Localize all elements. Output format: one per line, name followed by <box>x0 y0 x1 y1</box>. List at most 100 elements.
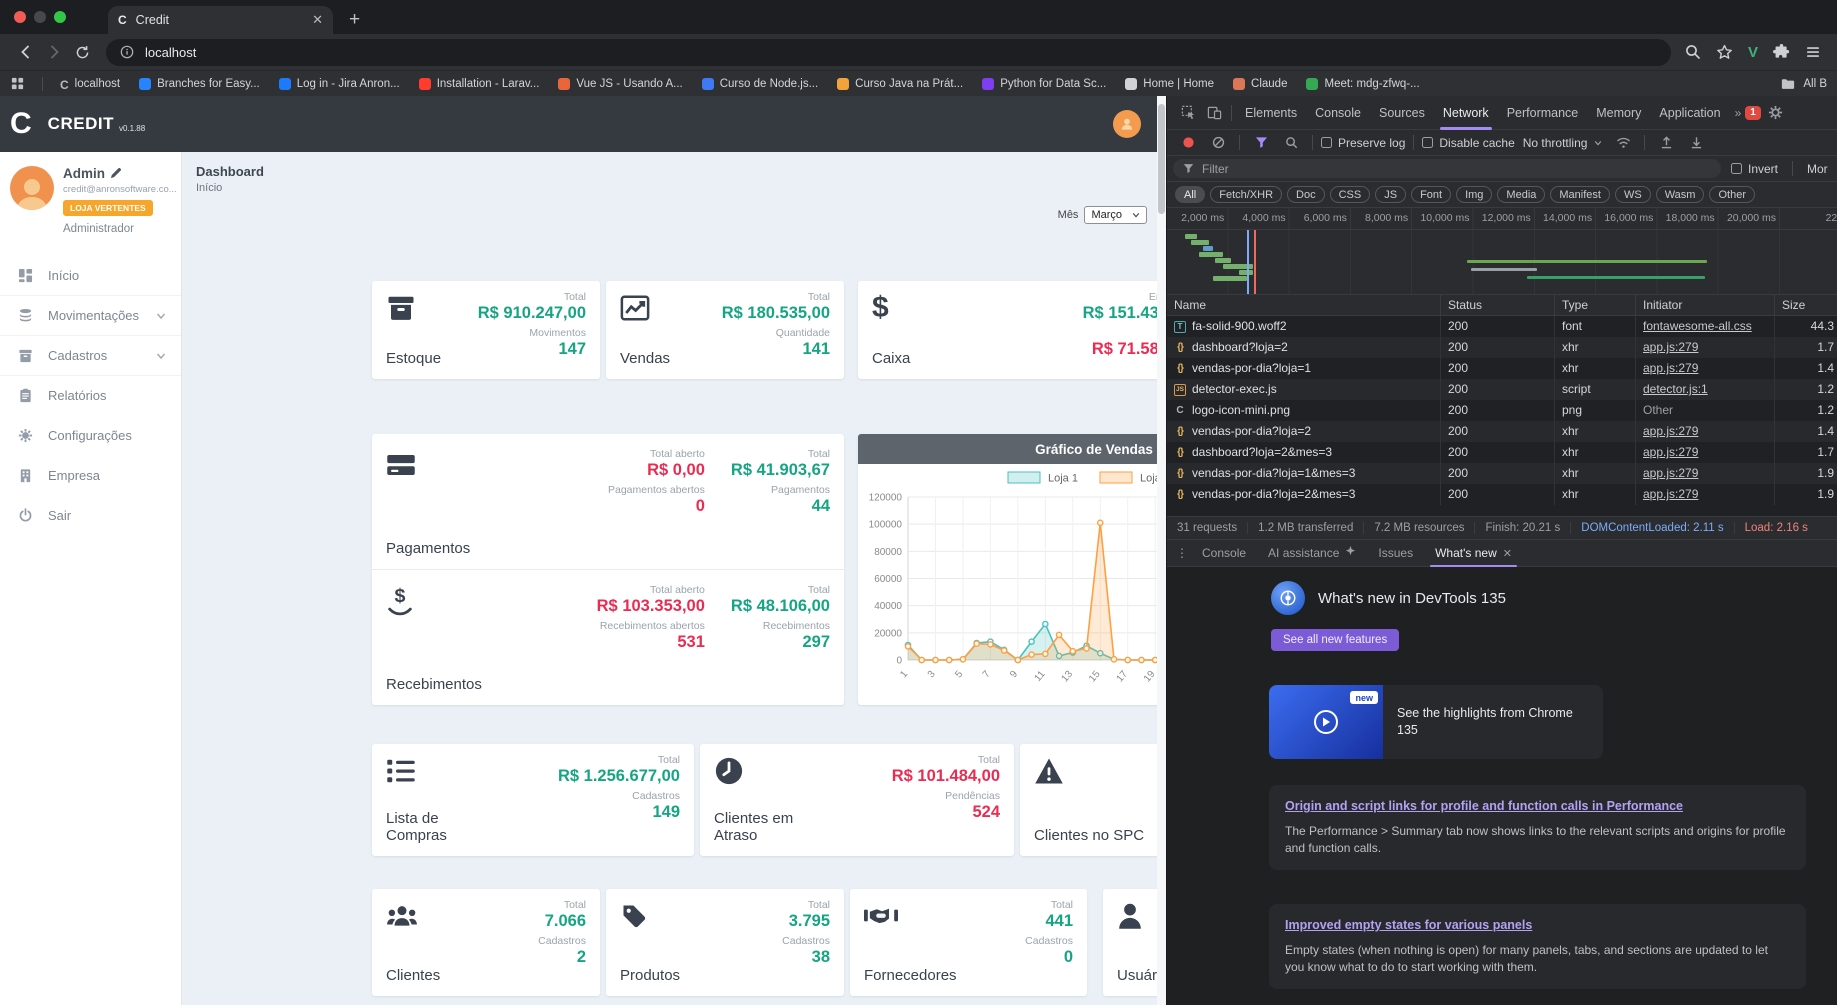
column-header-initiator[interactable]: Initiator <box>1636 295 1775 316</box>
bookmark-item[interactable]: Curso Java na Prát... <box>837 77 963 90</box>
sidebar-item-movimentacoes[interactable]: Movimentações <box>0 295 181 335</box>
devtools-tab-console[interactable]: Console <box>1306 96 1370 130</box>
request-initiator[interactable]: detector.js:1 <box>1643 382 1708 396</box>
filter-chip-js[interactable]: JS <box>1375 186 1407 203</box>
network-conditions-icon[interactable] <box>1610 130 1636 156</box>
maximize-window-button[interactable] <box>54 11 66 23</box>
preserve-log-checkbox[interactable]: Preserve log <box>1321 136 1405 150</box>
checkbox[interactable] <box>1731 163 1742 174</box>
column-header-name[interactable]: Name <box>1167 295 1441 316</box>
request-row[interactable]: JS detector-exec.js 200 script detector.js:1… <box>1167 379 1837 400</box>
filter-chip-doc[interactable]: Doc <box>1287 186 1325 203</box>
request-row[interactable]: {} vendas-por-dia?loja=1&mes=3 200 xhr app.j… <box>1167 463 1837 484</box>
highlights-card[interactable]: new See the highlights from Chrome 135 <box>1269 685 1603 759</box>
window-controls[interactable] <box>0 0 78 34</box>
filter-chip-img[interactable]: Img <box>1456 186 1493 203</box>
tab-close-icon[interactable]: ✕ <box>312 12 323 28</box>
browser-tab[interactable]: C Credit ✕ <box>108 6 333 34</box>
drawer-tab-issues[interactable]: Issues <box>1367 539 1424 567</box>
menu-icon[interactable] <box>1805 44 1821 60</box>
close-drawer-tab-icon[interactable]: ✕ <box>1503 547 1512 560</box>
request-row[interactable]: {} dashboard?loja=2&mes=3 200 xhr app.js:279… <box>1167 442 1837 463</box>
bookmark-item[interactable]: Log in - Jira Anron... <box>278 77 400 90</box>
checkbox[interactable] <box>1422 137 1434 148</box>
bookmark-item[interactable]: Meet: mdg-zfwq-... <box>1306 77 1420 90</box>
edit-pencil-icon[interactable] <box>110 168 121 179</box>
sidebar-item-empresa[interactable]: Empresa <box>0 455 181 495</box>
vue-devtools-extension-icon[interactable]: V <box>1748 44 1758 61</box>
extensions-puzzle-icon[interactable] <box>1773 43 1790 61</box>
request-initiator[interactable]: app.js:279 <box>1643 424 1698 438</box>
back-button[interactable] <box>12 38 40 66</box>
checkbox[interactable] <box>1321 137 1332 148</box>
disable-cache-checkbox[interactable]: Disable cache <box>1422 136 1515 150</box>
request-initiator[interactable]: fontawesome-all.css <box>1643 319 1752 333</box>
minimize-window-button[interactable] <box>34 11 46 23</box>
request-initiator[interactable]: app.js:279 <box>1643 340 1698 354</box>
filter-chip-wasm[interactable]: Wasm <box>1655 186 1705 203</box>
close-window-button[interactable] <box>14 11 26 23</box>
sidebar-item-cadastros[interactable]: Cadastros <box>0 335 181 375</box>
column-header-size[interactable]: Size <box>1775 295 1837 316</box>
filter-chip-css[interactable]: CSS <box>1329 186 1371 203</box>
export-har-icon[interactable] <box>1683 130 1709 156</box>
filter-input[interactable]: Filter <box>1173 159 1721 178</box>
request-initiator[interactable]: app.js:279 <box>1643 466 1698 480</box>
bookmark-item[interactable]: Claude <box>1233 77 1287 90</box>
filter-chip-other[interactable]: Other <box>1709 186 1755 203</box>
header-avatar[interactable] <box>1113 110 1141 138</box>
devtools-tab-elements[interactable]: Elements <box>1236 96 1306 130</box>
devtools-tab-memory[interactable]: Memory <box>1587 96 1650 130</box>
column-header-type[interactable]: Type <box>1555 295 1636 316</box>
bookmark-item[interactable]: Vue JS - Usando A... <box>558 77 683 90</box>
import-har-icon[interactable] <box>1653 130 1679 156</box>
devtools-tab-performance[interactable]: Performance <box>1498 96 1588 130</box>
forward-button[interactable] <box>40 38 68 66</box>
see-all-features-button[interactable]: See all new features <box>1271 629 1400 651</box>
device-toolbar-icon[interactable] <box>1201 100 1227 126</box>
reload-button[interactable] <box>68 38 96 66</box>
sidebar-item-configuracoes[interactable]: Configurações <box>0 415 181 455</box>
more-tabs-button[interactable]: » <box>1730 106 1746 120</box>
filter-chip-all[interactable]: All <box>1175 186 1206 203</box>
avatar[interactable] <box>10 166 54 210</box>
apps-grid-icon[interactable] <box>10 76 25 91</box>
request-row[interactable]: {} vendas-por-dia?loja=2&mes=3 200 xhr app.j… <box>1167 484 1837 505</box>
bookmark-star-icon[interactable] <box>1716 44 1733 61</box>
request-row[interactable]: Clogo-icon-mini.png 200 png Other 1.2 <box>1167 400 1837 421</box>
filter-funnel-icon[interactable] <box>1248 130 1274 156</box>
filter-chip-ws[interactable]: WS <box>1614 186 1651 203</box>
all-bookmarks[interactable]: All B <box>1781 78 1827 90</box>
error-count-badge[interactable]: 1 <box>1745 105 1761 120</box>
drawer-tab-aiassistance[interactable]: AI assistance <box>1257 539 1367 567</box>
more-filters-label[interactable]: Mor <box>1807 162 1828 176</box>
throttling-select[interactable]: No throttling <box>1519 136 1607 150</box>
request-row[interactable]: {} vendas-por-dia?loja=1 200 xhr app.js:279 1… <box>1167 358 1837 379</box>
request-row[interactable]: Tfa-solid-900.woff2 200 font fontawesome-al… <box>1167 316 1837 337</box>
bookmark-item[interactable]: Clocalhost <box>60 78 120 92</box>
drawer-menu-icon[interactable]: ⋮ <box>1173 540 1191 566</box>
bookmark-item[interactable]: Python for Data Sc... <box>982 77 1106 90</box>
invert-checkbox[interactable]: Invert <box>1731 162 1778 176</box>
sidebar-item-sair[interactable]: Sair <box>0 495 181 535</box>
devtools-tab-network[interactable]: Network <box>1434 96 1498 130</box>
inspect-element-icon[interactable] <box>1175 100 1201 126</box>
page-scrollbar[interactable] <box>1157 96 1166 1005</box>
feature-link[interactable]: Improved empty states for various panels <box>1285 917 1790 934</box>
bookmark-item[interactable]: Curso de Node.js... <box>701 77 818 90</box>
devtools-settings-gear-icon[interactable] <box>1763 100 1789 126</box>
sidebar-item-inicio[interactable]: Início <box>0 255 181 295</box>
devtools-tab-application[interactable]: Application <box>1650 96 1729 130</box>
filter-chip-fetchxhr[interactable]: Fetch/XHR <box>1210 186 1283 203</box>
feature-link[interactable]: Origin and script links for profile and … <box>1285 798 1790 815</box>
address-bar[interactable]: localhost <box>106 38 1671 66</box>
drawer-tab-console[interactable]: Console <box>1191 539 1257 567</box>
network-overview[interactable] <box>1167 230 1837 295</box>
bookmark-item[interactable]: Installation - Larav... <box>418 77 539 90</box>
drawer-tab-whatsnew[interactable]: What's new ✕ <box>1424 539 1523 567</box>
request-row[interactable]: {} vendas-por-dia?loja=2 200 xhr app.js:279 1… <box>1167 421 1837 442</box>
sidebar-item-relatorios[interactable]: Relatórios <box>0 375 181 415</box>
bookmark-item[interactable]: Home | Home <box>1125 77 1214 90</box>
scrollbar-thumb[interactable] <box>1158 104 1165 214</box>
bookmark-item[interactable]: Branches for Easy... <box>139 77 260 90</box>
